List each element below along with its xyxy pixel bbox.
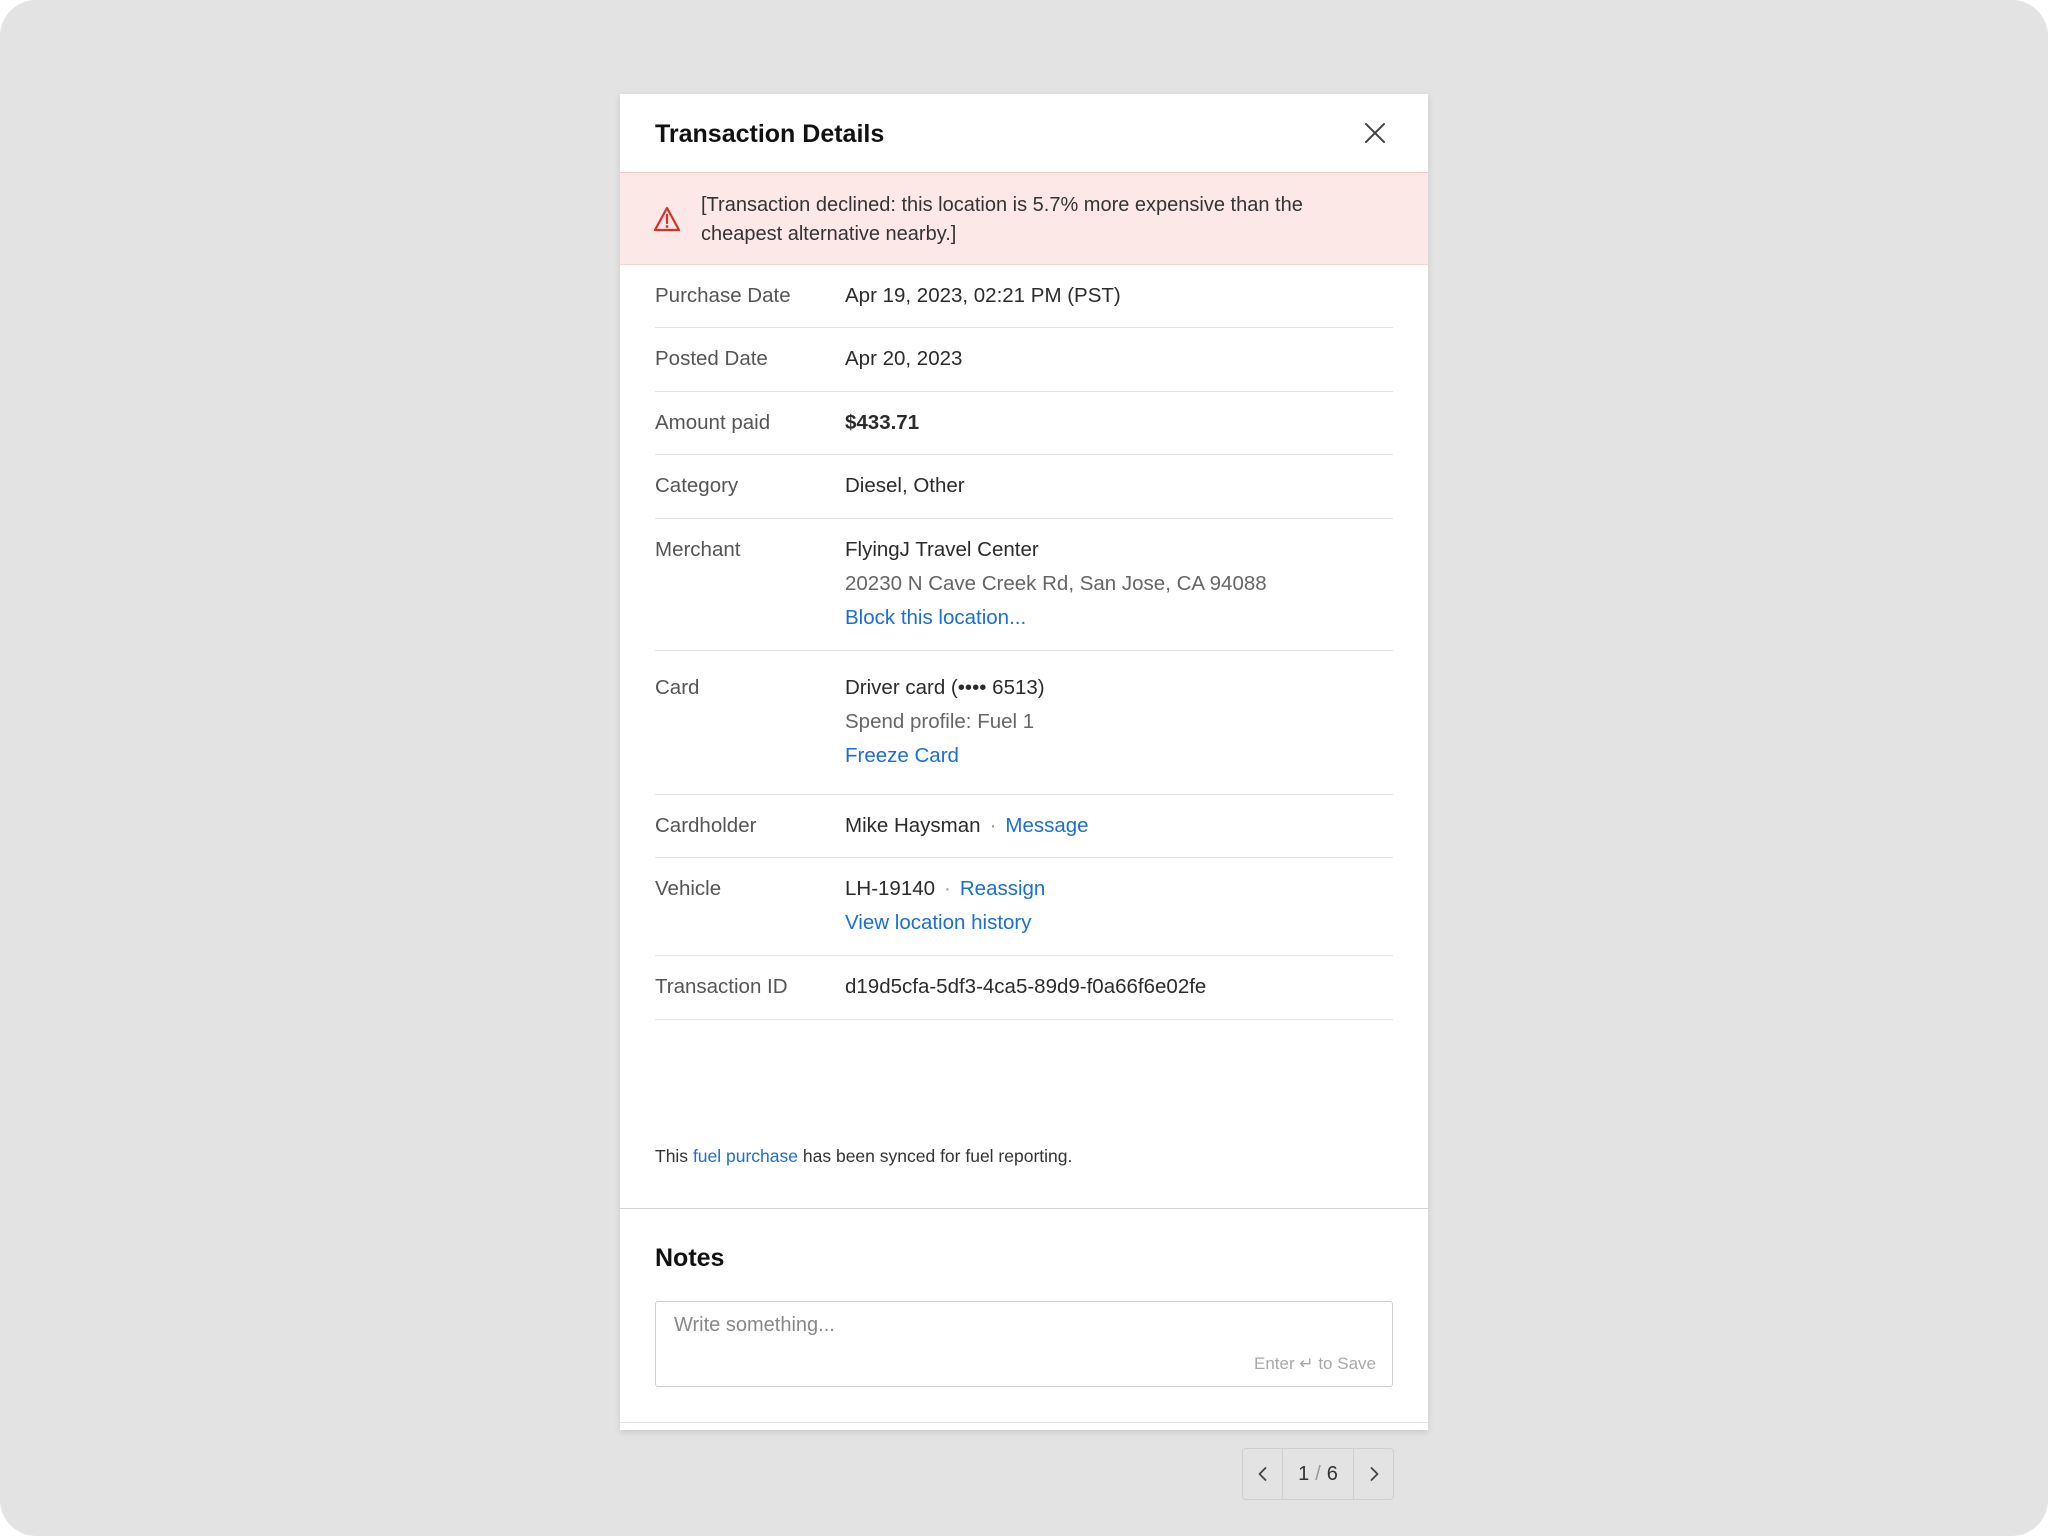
spend-profile-label: Spend profile: xyxy=(845,710,972,733)
row-card: Card Driver card (•••• 6513) Spend profi… xyxy=(655,651,1393,795)
merchant-value: FlyingJ Travel Center 20230 N Cave Creek… xyxy=(845,533,1267,635)
category-value: Diesel, Other xyxy=(845,474,965,497)
cardholder-name: Mike Haysman xyxy=(845,814,981,837)
card-label: Card xyxy=(655,676,700,699)
pagination: 1/6 xyxy=(1242,1448,1394,1500)
merchant-label: Merchant xyxy=(655,538,741,561)
posted-date-label: Posted Date xyxy=(655,347,768,370)
warning-triangle-icon xyxy=(653,206,681,232)
sync-note-prefix: This xyxy=(655,1146,689,1166)
notes-save-hint: Enter ↵ to Save xyxy=(1254,1354,1376,1373)
sync-note-suffix: has been synced for fuel reporting. xyxy=(802,1146,1073,1166)
transaction-details-modal: Transaction Details [Transaction decline… xyxy=(620,94,1428,1500)
row-merchant: Merchant FlyingJ Travel Center 20230 N C… xyxy=(655,519,1393,651)
row-transaction-id: Transaction ID d19d5cfa-5df3-4ca5-89d9-f… xyxy=(655,956,1393,1020)
row-category: Category Diesel, Other xyxy=(655,455,1393,519)
alert-message: [Transaction declined: this location is … xyxy=(701,194,1303,245)
posted-date-value: Apr 20, 2023 xyxy=(845,347,963,370)
block-location-link[interactable]: Block this location... xyxy=(845,606,1026,629)
category-label: Category xyxy=(655,474,739,497)
declined-alert: [Transaction declined: this location is … xyxy=(620,172,1428,265)
page-separator: / xyxy=(1315,1462,1321,1485)
view-location-history-link[interactable]: View location history xyxy=(845,911,1032,934)
close-button[interactable] xyxy=(1360,118,1390,148)
total-pages: 6 xyxy=(1326,1462,1338,1485)
modal-header: Transaction Details xyxy=(620,94,1428,172)
notes-field[interactable]: Enter ↵ to Save xyxy=(655,1301,1393,1387)
amount-paid-value: $433.71 xyxy=(845,411,920,434)
details-list: Purchase Date Apr 19, 2023, 02:21 PM (PS… xyxy=(655,265,1393,1020)
notes-input[interactable] xyxy=(672,1312,1376,1356)
transaction-id-value: d19d5cfa-5df3-4ca5-89d9-f0a66f6e02fe xyxy=(845,975,1207,998)
chevron-right-icon xyxy=(1370,1467,1378,1481)
divider xyxy=(620,1422,1428,1423)
freeze-card-link[interactable]: Freeze Card xyxy=(845,744,959,767)
next-button[interactable] xyxy=(1354,1449,1393,1499)
row-cardholder: Cardholder Mike Haysman · Message xyxy=(655,795,1393,858)
vehicle-id: LH-19140 xyxy=(845,877,936,900)
separator-dot: · xyxy=(989,814,997,837)
card-name: Driver card (•••• 6513) xyxy=(845,676,1045,699)
merchant-name: FlyingJ Travel Center xyxy=(845,538,1039,561)
purchase-date-label: Purchase Date xyxy=(655,284,791,307)
previous-button[interactable] xyxy=(1243,1449,1282,1499)
row-purchase-date: Purchase Date Apr 19, 2023, 02:21 PM (PS… xyxy=(655,265,1393,328)
modal-title: Transaction Details xyxy=(655,120,885,148)
cardholder-value: Mike Haysman · Message xyxy=(845,809,1089,843)
spend-profile: Spend profile: Fuel 1 xyxy=(845,705,1045,739)
close-icon xyxy=(1365,123,1385,143)
backdrop: Transaction Details [Transaction decline… xyxy=(0,0,2048,1536)
row-posted-date: Posted Date Apr 20, 2023 xyxy=(655,328,1393,392)
chevron-left-icon xyxy=(1258,1467,1266,1481)
amount-paid-label: Amount paid xyxy=(655,411,771,434)
reassign-link[interactable]: Reassign xyxy=(960,877,1045,900)
vehicle-label: Vehicle xyxy=(655,877,722,900)
message-link[interactable]: Message xyxy=(1005,814,1088,837)
vehicle-value: LH-19140 · Reassign View location history xyxy=(845,872,1045,940)
cardholder-label: Cardholder xyxy=(655,814,757,837)
card-value: Driver card (•••• 6513) Spend profile: F… xyxy=(845,671,1045,773)
transaction-id-label: Transaction ID xyxy=(655,975,788,998)
purchase-date-value: Apr 19, 2023, 02:21 PM (PST) xyxy=(845,284,1121,307)
row-amount-paid: Amount paid $433.71 xyxy=(655,392,1393,455)
spend-profile-value: Fuel 1 xyxy=(977,710,1035,733)
merchant-address: 20230 N Cave Creek Rd, San Jose, CA 9408… xyxy=(845,572,1267,595)
current-page: 1 xyxy=(1298,1462,1310,1485)
fuel-purchase-link[interactable]: fuel purchase xyxy=(693,1146,798,1166)
row-vehicle: Vehicle LH-19140 · Reassign View location … xyxy=(655,858,1393,956)
divider xyxy=(620,1208,1428,1209)
page-indicator: 1/6 xyxy=(1282,1449,1354,1499)
separator-dot: · xyxy=(944,877,951,900)
notes-title: Notes xyxy=(655,1244,725,1272)
sync-note: This fuel purchase has been synced for f… xyxy=(655,1146,1072,1167)
